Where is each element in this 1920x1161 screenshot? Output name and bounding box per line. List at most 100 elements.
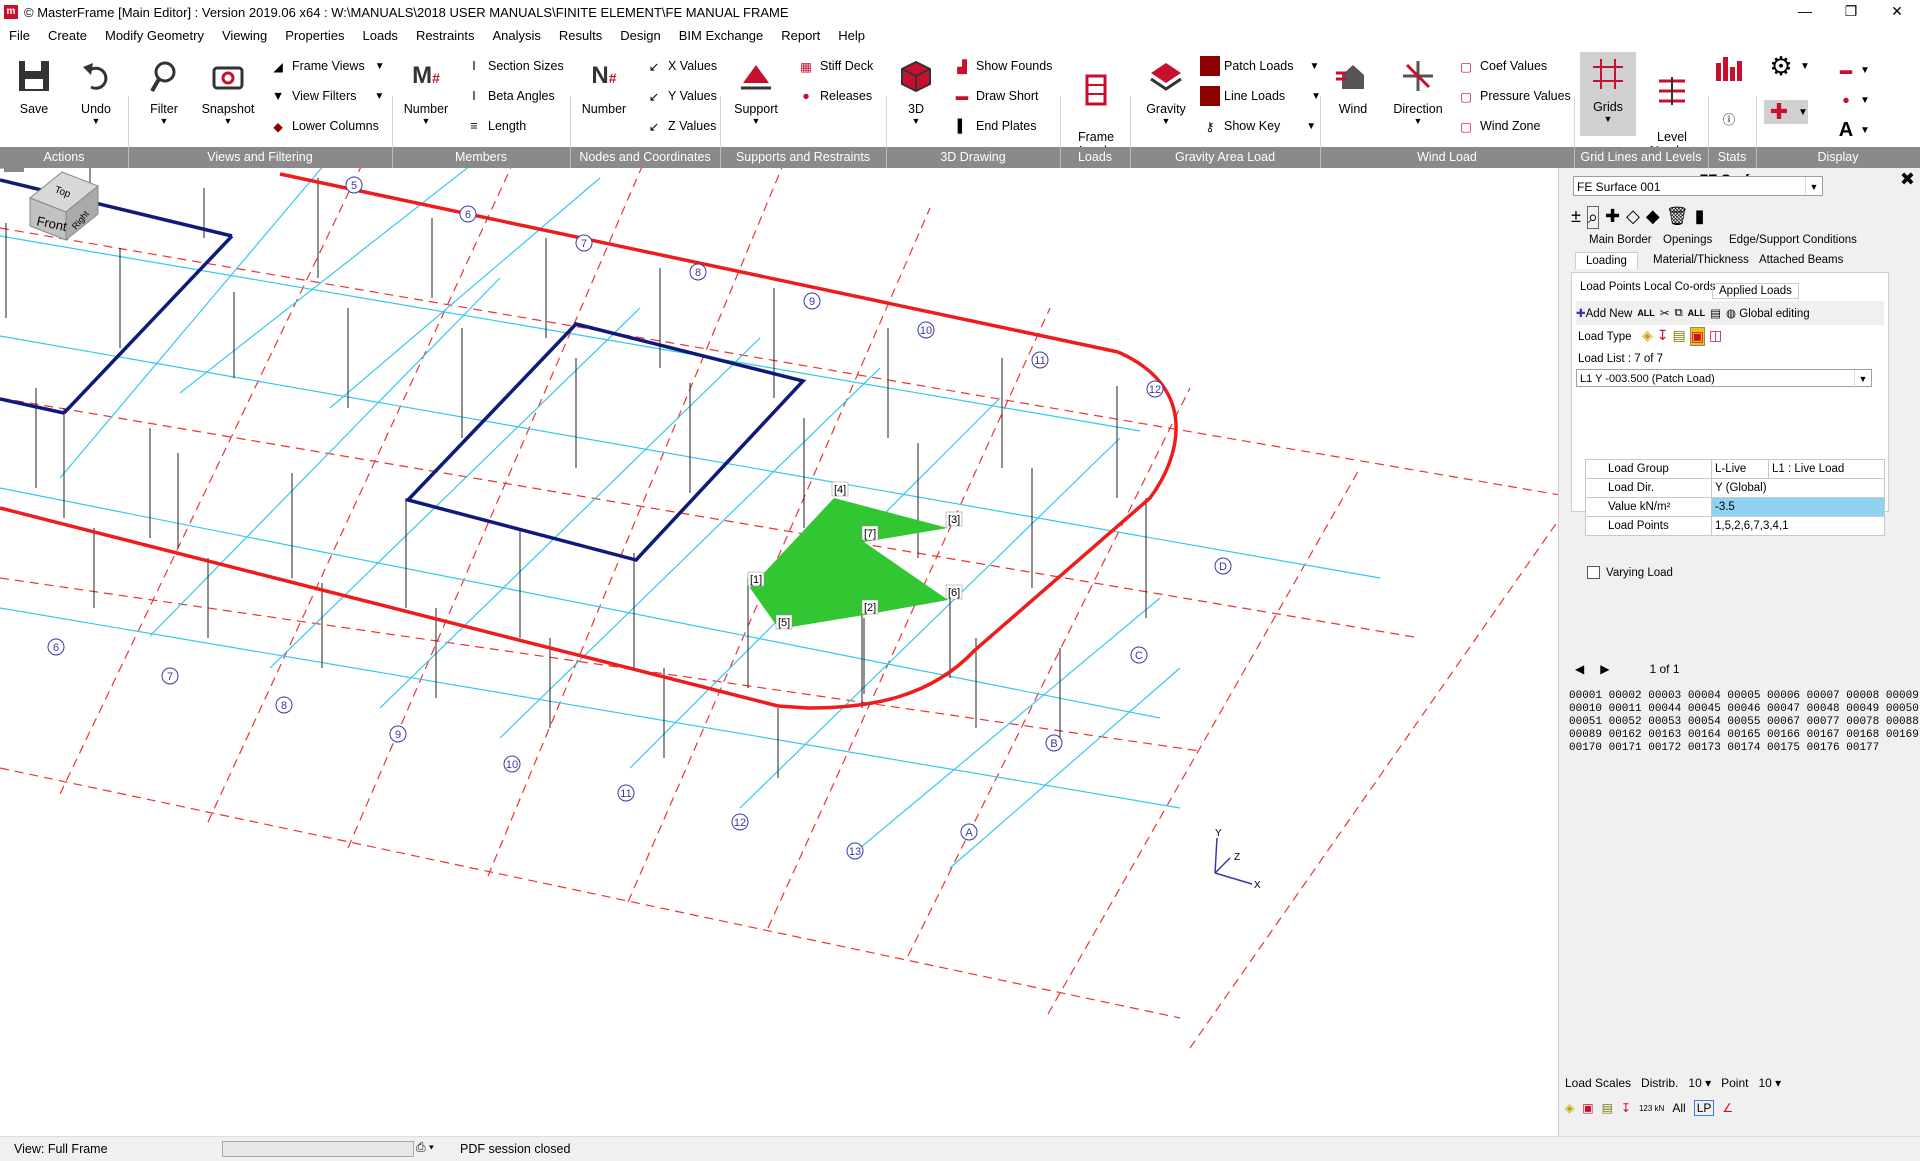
- subtab-load-points[interactable]: Load Points Local Co-ords: [1580, 281, 1716, 293]
- stiff-deck-button[interactable]: ▦ Stiff Deck: [796, 54, 873, 78]
- prev-page-icon[interactable]: ◀: [1575, 662, 1584, 676]
- tab-main-border[interactable]: Main Border: [1589, 234, 1652, 246]
- load-type-point-icon[interactable]: ↧: [1657, 327, 1669, 346]
- menu-report[interactable]: Report: [772, 28, 829, 43]
- end-plates-button[interactable]: ▌ End Plates: [952, 114, 1037, 138]
- snapshot-button[interactable]: Snapshot ▼: [200, 54, 256, 126]
- menu-properties[interactable]: Properties: [276, 28, 353, 43]
- point-select[interactable]: 10 ▾: [1758, 1076, 1781, 1090]
- copy-icon[interactable]: ⧉: [1674, 307, 1682, 320]
- 3d-button[interactable]: 3D ▼: [894, 54, 938, 126]
- paste-icon[interactable]: ▤: [1710, 306, 1721, 320]
- z-values-button[interactable]: ↙ Z Values: [644, 114, 717, 138]
- menu-help[interactable]: Help: [829, 28, 874, 43]
- lower-columns-button[interactable]: ◆ Lower Columns: [268, 114, 379, 138]
- menu-modify-geometry[interactable]: Modify Geometry: [96, 28, 213, 43]
- eraser-icon[interactable]: ◇: [1626, 206, 1640, 229]
- load-type-surface-icon[interactable]: ◫: [1709, 327, 1722, 346]
- length-button[interactable]: ≡ Length: [464, 114, 526, 138]
- all-button-2[interactable]: ALL: [1688, 308, 1706, 318]
- point-load-icon[interactable]: ↧: [1621, 1101, 1631, 1115]
- beta-angles-button[interactable]: I Beta Angles: [464, 84, 554, 108]
- view-cube[interactable]: Top Front Right: [29, 171, 99, 242]
- menu-analysis[interactable]: Analysis: [483, 28, 549, 43]
- y-values-button[interactable]: ↙ Y Values: [644, 84, 717, 108]
- stats-chart-button[interactable]: [1714, 56, 1748, 81]
- member-number-button[interactable]: M# Number ▼: [400, 54, 452, 126]
- color-button[interactable]: ● ▼: [1836, 88, 1870, 112]
- gravity-button[interactable]: Gravity ▼: [1140, 54, 1192, 126]
- grids-button[interactable]: Grids ▼: [1580, 52, 1636, 136]
- section-sizes-button[interactable]: I Section Sizes: [464, 54, 563, 78]
- subtab-applied-loads[interactable]: Applied Loads: [1712, 283, 1799, 299]
- line-load-icon[interactable]: ▤: [1602, 1101, 1613, 1115]
- support-button[interactable]: Support ▼: [728, 54, 784, 126]
- menu-create[interactable]: Create: [39, 28, 96, 43]
- area-load-icon[interactable]: ◈: [1565, 1101, 1574, 1115]
- scissors-icon[interactable]: ✂: [1660, 306, 1670, 320]
- coef-values-button[interactable]: ▢ Coef Values: [1456, 54, 1547, 78]
- tab-material-thickness[interactable]: Material/Thickness: [1653, 254, 1749, 266]
- next-page-icon[interactable]: ▶: [1600, 662, 1609, 676]
- menu-design[interactable]: Design: [611, 28, 669, 43]
- printer-icon[interactable]: ⎙ ▾: [416, 1140, 434, 1155]
- filter-button[interactable]: Filter ▼: [140, 54, 188, 126]
- line-style-button[interactable]: ▬ ▼: [1836, 58, 1870, 82]
- tab-attached-beams[interactable]: Attached Beams: [1759, 254, 1843, 266]
- menu-results[interactable]: Results: [550, 28, 611, 43]
- wind-button[interactable]: Wind: [1330, 54, 1376, 116]
- line-loads-button[interactable]: Line Loads ▼: [1200, 84, 1321, 108]
- load-select[interactable]: L1 Y -003.500 (Patch Load) ▼: [1576, 369, 1872, 388]
- stats-info-button[interactable]: ⓘ: [1714, 106, 1748, 130]
- all-button-1[interactable]: ALL: [1637, 308, 1655, 318]
- load-dir-select[interactable]: Y (Global): [1711, 478, 1885, 498]
- menu-loads[interactable]: Loads: [354, 28, 407, 43]
- load-type-area-icon[interactable]: ◈: [1642, 327, 1653, 346]
- frame-drawing[interactable]: [1] [2] [3] [4] [5] [6] [7] 4 5 6 7 8 9 …: [0, 168, 1558, 1136]
- lp-toggle[interactable]: LP: [1693, 1100, 1715, 1116]
- x-values-button[interactable]: ↙ X Values: [644, 54, 717, 78]
- tab-loading[interactable]: Loading: [1575, 252, 1638, 269]
- surface-select[interactable]: FE Surface 001 ▼: [1573, 176, 1823, 196]
- load-points-input[interactable]: 1,5,2,6,7,3,4,1: [1711, 516, 1885, 536]
- menu-viewing[interactable]: Viewing: [213, 28, 276, 43]
- tab-openings[interactable]: Openings: [1663, 234, 1712, 246]
- trash-all-icon[interactable]: ▮: [1695, 206, 1705, 229]
- menu-restraints[interactable]: Restraints: [407, 28, 484, 43]
- direction-button[interactable]: Direction ▼: [1390, 54, 1446, 126]
- add-icon[interactable]: ✚: [1605, 206, 1620, 229]
- load-type-patch-icon[interactable]: ▣: [1689, 327, 1705, 346]
- menu-bim-exchange[interactable]: BIM Exchange: [670, 28, 773, 43]
- restore-icon[interactable]: ❐: [1828, 0, 1874, 24]
- settings-button[interactable]: ⚙ ▼: [1766, 51, 1810, 81]
- save-button[interactable]: Save: [10, 54, 58, 116]
- node-number-button[interactable]: N# Number: [578, 54, 630, 116]
- plus-minus-icon[interactable]: ±: [1571, 206, 1581, 229]
- kn-values-button[interactable]: 123 kN: [1639, 1104, 1664, 1113]
- show-key-button[interactable]: ⚷ Show Key ▼: [1200, 114, 1316, 138]
- pressure-values-button[interactable]: ▢ Pressure Values: [1456, 84, 1571, 108]
- add-new-button[interactable]: ✚Add New: [1576, 306, 1632, 320]
- load-group-select[interactable]: L-Live: [1711, 459, 1769, 479]
- value-input[interactable]: -3.5: [1711, 497, 1885, 517]
- home-icon[interactable]: [4, 168, 24, 172]
- load-group-name-select[interactable]: L1 : Live Load: [1768, 459, 1885, 479]
- draw-short-button[interactable]: ▬ Draw Short: [952, 84, 1039, 108]
- minimize-icon[interactable]: —: [1782, 0, 1828, 24]
- eraser-filled-icon[interactable]: ◆: [1646, 206, 1660, 229]
- patch-loads-button[interactable]: Patch Loads ▼: [1200, 54, 1319, 78]
- 3d-viewport[interactable]: [1] [2] [3] [4] [5] [6] [7] 4 5 6 7 8 9 …: [0, 168, 1558, 1136]
- close-window-icon[interactable]: ✕: [1874, 0, 1920, 24]
- zoom-icon[interactable]: ⌕: [1586, 206, 1599, 229]
- undo-button[interactable]: Undo ▼: [72, 54, 120, 126]
- all-toggle[interactable]: All: [1672, 1101, 1685, 1115]
- varying-load-checkbox[interactable]: Varying Load: [1587, 566, 1673, 579]
- load-type-line-icon[interactable]: ▤: [1673, 327, 1686, 346]
- show-founds-button[interactable]: ▟ Show Founds: [952, 54, 1052, 78]
- frame-views-button[interactable]: ◢ Frame Views ▼: [268, 54, 384, 78]
- distrib-select[interactable]: 10 ▾: [1688, 1076, 1711, 1090]
- wind-zone-button[interactable]: ▢ Wind Zone: [1456, 114, 1540, 138]
- menu-file[interactable]: File: [0, 28, 39, 43]
- releases-button[interactable]: ● Releases: [796, 84, 872, 108]
- node-display-button[interactable]: ✚ ▼: [1764, 99, 1808, 124]
